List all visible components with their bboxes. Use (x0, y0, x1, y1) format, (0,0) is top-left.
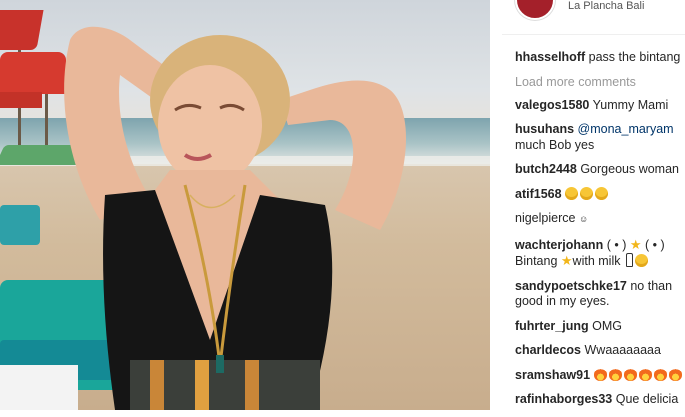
fire-icon (668, 367, 682, 381)
load-more-comments-button[interactable]: Load more comments (515, 75, 685, 89)
comment-username[interactable]: sandypoetschke17 (515, 279, 627, 293)
woman-figure (64, 26, 407, 410)
comment-text: ( • ) (606, 237, 627, 252)
comment-item: hhasselhoff pass the bintang (515, 50, 685, 66)
beach-umbrella (0, 52, 66, 94)
beach-umbrella (0, 92, 42, 108)
avatar[interactable] (515, 0, 555, 20)
comment-username[interactable]: valegos1580 (515, 98, 589, 112)
post-photo[interactable] (0, 0, 490, 410)
grinning-face-icon (565, 186, 579, 200)
comment-username[interactable]: husuhans (515, 122, 574, 136)
comment-username[interactable]: charldecos (515, 343, 581, 357)
comment-list: hhasselhoff pass the bintang Load more c… (515, 50, 685, 417)
comment-text: OMG (592, 318, 622, 333)
fire-icon (638, 367, 652, 381)
comment-item: nigelpierce ☺ (515, 211, 685, 228)
comment-item: sramshaw91 (515, 367, 685, 384)
comment-username[interactable]: wachterjohann (515, 238, 603, 252)
comment-text: much Bob yes (515, 137, 595, 152)
comment-username[interactable]: atif1568 (515, 187, 562, 201)
comment-username[interactable]: nigelpierce (515, 211, 575, 225)
comment-text: Gorgeous woman (580, 162, 679, 176)
comment-username[interactable]: sramshaw91 (515, 368, 590, 382)
grinning-face-icon (634, 254, 648, 267)
comment-item: wachterjohann ( • ) ★ ( • ) Bintang ★wit… (515, 237, 685, 270)
star-icon: ★ (629, 236, 642, 252)
grinning-face-icon (580, 186, 594, 200)
comment-item: atif1568 (515, 186, 685, 203)
comment-text: with milk (572, 254, 621, 268)
beach-umbrella (0, 10, 44, 50)
fire-icon (653, 367, 667, 381)
comment-item: butch2448 Gorgeous woman (515, 162, 685, 178)
post-location[interactable]: La Plancha Bali (568, 0, 644, 12)
comment-item: husuhans @mona_maryam much Bob yes (515, 122, 685, 153)
comment-text: Wwaaaaaaaa (584, 343, 661, 357)
comment-item: charldecos Wwaaaaaaaa (515, 343, 685, 359)
baby-bottle-icon (625, 253, 633, 267)
comment-text: Bintang (515, 254, 558, 268)
comment-username[interactable]: butch2448 (515, 162, 577, 176)
comment-text: Que delicia (615, 392, 679, 406)
comment-item: rafinhaborges33 Que delicia (515, 392, 685, 408)
comment-item: fuhrter_jung OMG (515, 319, 685, 335)
fire-icon (593, 367, 607, 381)
comment-text: ( • ) (644, 237, 665, 252)
divider (502, 34, 685, 35)
smile-icon: ☺ (578, 214, 589, 224)
comment-mention[interactable]: @mona_maryam (578, 122, 674, 136)
comment-username[interactable]: rafinhaborges33 (515, 392, 612, 406)
comments-panel: La Plancha Bali hhasselhoff pass the bin… (490, 0, 685, 410)
star-icon: ★ (560, 253, 573, 268)
comment-text: pass the bintang (588, 50, 681, 64)
comment-username[interactable]: hhasselhoff (515, 50, 585, 64)
grinning-face-icon (595, 186, 609, 200)
fire-icon (608, 367, 622, 381)
comment-item: sandypoetschke17 no than good in my eyes… (515, 279, 685, 310)
fire-icon (623, 367, 637, 381)
comment-item: valegos1580 Yummy Mami (515, 98, 685, 114)
comment-username[interactable]: fuhrter_jung (515, 319, 589, 333)
sun-lounger (0, 205, 40, 245)
comment-text: good in my eyes. (515, 294, 610, 308)
comment-text: Yummy Mami (592, 97, 669, 112)
comment-text: no than (630, 278, 673, 293)
